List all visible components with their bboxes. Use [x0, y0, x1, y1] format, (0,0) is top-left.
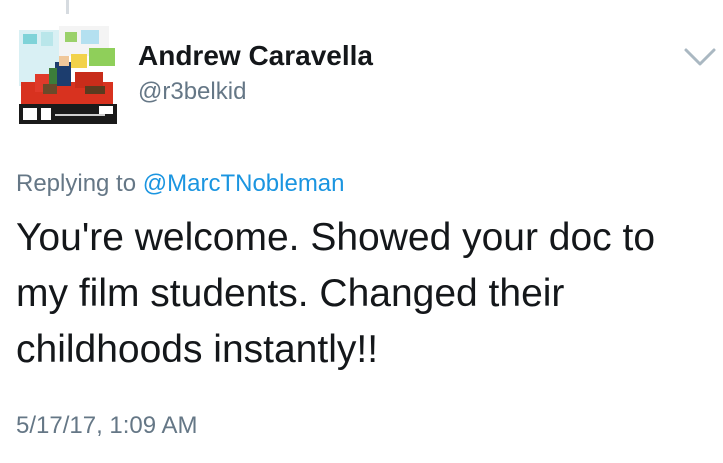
reply-mention-link[interactable]: @MarcTNobleman — [143, 170, 345, 197]
reply-context: Replying to @MarcTNobleman — [16, 170, 345, 198]
reply-prefix: Replying to — [16, 170, 137, 197]
chevron-down-icon — [684, 48, 716, 66]
tweet-text: You're welcome. Showed your doc to my fi… — [16, 216, 656, 371]
avatar[interactable] — [15, 22, 121, 128]
author-handle[interactable]: @r3belkid — [138, 78, 246, 106]
album-art-avatar-icon — [15, 22, 121, 128]
thread-connector-line — [66, 0, 69, 14]
tweet-menu-button[interactable] — [680, 40, 720, 74]
author-display-name[interactable]: Andrew Caravella — [138, 40, 373, 72]
tweet-timestamp[interactable]: 5/17/17, 1:09 AM — [16, 412, 197, 440]
